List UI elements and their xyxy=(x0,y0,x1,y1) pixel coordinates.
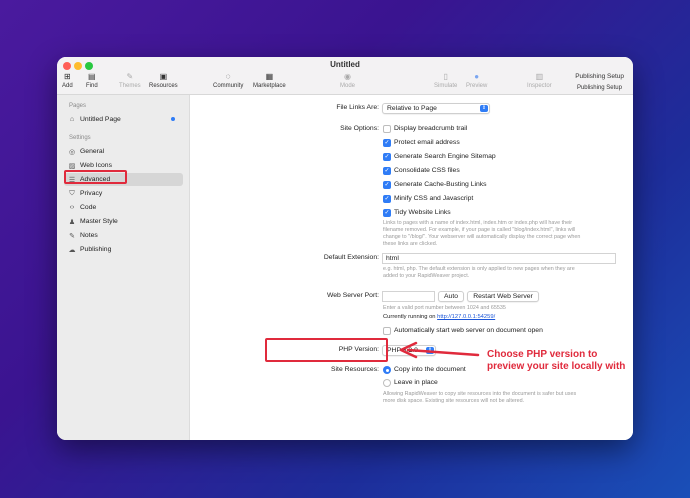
toolbar-themes-button[interactable]: ✎ Themes xyxy=(119,72,141,89)
breadcrumb-checkbox[interactable] xyxy=(383,125,391,133)
settings-header: Settings xyxy=(69,135,91,141)
eye-icon: ◉ xyxy=(344,72,351,81)
toolbar-add-button[interactable]: ⊞ Add xyxy=(62,72,73,89)
advanced-settings-pane: File Links Are: Relative to Page ⇕ Site … xyxy=(191,95,633,440)
shield-icon: ⛉ xyxy=(69,189,75,197)
toolbar-mode-button[interactable]: ◉ Mode xyxy=(340,72,355,89)
cache-busting-label: Generate Cache-Busting Links xyxy=(394,181,487,188)
protect-email-label: Protect email address xyxy=(394,139,460,146)
auto-start-label: Automatically start web server on docume… xyxy=(394,327,543,334)
sitemap-label: Generate Search Engine Sitemap xyxy=(394,153,496,160)
file-links-label: File Links Are: xyxy=(336,104,379,111)
image-icon: ▨ xyxy=(68,162,76,170)
preview-icon: ● xyxy=(474,72,480,81)
leave-resources-label: Leave in place xyxy=(394,379,438,386)
sidebar: Pages ⌂ Untitled Page Settings ◎ General… xyxy=(57,95,190,440)
pages-header: Pages xyxy=(69,103,87,109)
home-icon: ⌂ xyxy=(69,116,75,123)
restart-server-button[interactable]: Restart Web Server xyxy=(467,291,539,302)
code-icon: ‹› xyxy=(69,204,75,211)
php-highlight-box xyxy=(265,338,388,362)
sitemap-checkbox[interactable]: ✓ xyxy=(383,153,391,161)
sidebar-item-general[interactable]: ◎ General xyxy=(64,145,183,158)
inspector-icon: ▥ xyxy=(535,72,544,81)
breadcrumb-label: Display breadcrumb trail xyxy=(394,125,468,132)
sidebar-item-untitled-page[interactable]: ⌂ Untitled Page xyxy=(64,113,183,126)
minify-label: Minify CSS and Javascript xyxy=(394,195,474,202)
toolbar-marketplace-button[interactable]: ▦ Marketplace xyxy=(253,72,286,89)
consolidate-css-label: Consolidate CSS files xyxy=(394,167,460,174)
cache-busting-checkbox[interactable]: ✓ xyxy=(383,181,391,189)
toolbar-preview-button[interactable]: ● Preview xyxy=(466,72,487,89)
site-resources-label: Site Resources: xyxy=(331,366,379,373)
tidy-links-note: Links to pages with a name of index.html… xyxy=(383,220,581,247)
device-icon: ▯ xyxy=(443,72,448,81)
file-links-select[interactable]: Relative to Page ⇕ xyxy=(382,103,490,114)
php-version-select[interactable]: PHP 8.2.9 ⇕ xyxy=(382,345,436,356)
site-options-label: Site Options: xyxy=(340,125,379,132)
cloud-icon: ☁ xyxy=(68,246,76,254)
toolbar-community-button[interactable]: ◌ Community xyxy=(213,72,243,89)
publishing-setup-title[interactable]: Publishing Setup xyxy=(575,73,624,80)
chevron-updown-icon: ⇕ xyxy=(426,347,434,354)
running-status: Currently running on http://127.0.0.1:54… xyxy=(383,314,496,320)
sidebar-item-code[interactable]: ‹› Code xyxy=(64,201,183,214)
auto-port-button[interactable]: Auto xyxy=(438,291,464,302)
extension-note: e.g. html, php. The default extension is… xyxy=(383,266,575,279)
sidebar-item-privacy[interactable]: ⛉ Privacy xyxy=(64,187,183,200)
annotation-text: Choose PHP version to preview your site … xyxy=(487,349,626,372)
toolbar: Untitled ⊞ Add ▤ Find ✎ Themes ▣ Resourc… xyxy=(57,57,633,95)
advanced-highlight-box xyxy=(64,170,127,184)
server-port-label: Web Server Port: xyxy=(326,292,379,299)
resources-note: Allowing RapidWeaver to copy site resour… xyxy=(383,391,577,404)
toolbar-simulate-button[interactable]: ▯ Simulate xyxy=(434,72,457,89)
brush-icon: ✎ xyxy=(126,72,134,81)
globe-icon: ◎ xyxy=(68,148,76,156)
tidy-links-checkbox[interactable]: ✓ xyxy=(383,209,391,217)
sidebar-item-master-style[interactable]: ♟ Master Style xyxy=(64,215,183,228)
port-note: Enter a valid port number between 1024 a… xyxy=(383,305,506,311)
default-extension-label: Default Extension: xyxy=(323,254,379,261)
leave-resources-radio[interactable] xyxy=(383,379,391,387)
chevron-updown-icon: ⇕ xyxy=(480,105,488,112)
publishing-setup-label: Publishing Setup xyxy=(576,85,622,91)
default-extension-input[interactable]: html xyxy=(382,253,616,264)
toolbar-inspector-button[interactable]: ▥ Inspector xyxy=(527,72,552,89)
find-icon: ▤ xyxy=(88,72,96,81)
person-icon: ♟ xyxy=(68,218,76,226)
server-url-link[interactable]: http://127.0.0.1:54259/ xyxy=(437,314,495,320)
sidebar-item-publishing[interactable]: ☁ Publishing xyxy=(64,243,183,256)
tidy-links-label: Tidy Website Links xyxy=(394,209,451,216)
sidebar-item-notes[interactable]: ✎ Notes xyxy=(64,229,183,242)
toolbar-resources-button[interactable]: ▣ Resources xyxy=(149,72,178,89)
auto-start-checkbox[interactable] xyxy=(383,327,391,335)
plus-square-icon: ⊞ xyxy=(63,72,71,81)
consolidate-css-checkbox[interactable]: ✓ xyxy=(383,167,391,175)
copy-resources-radio[interactable] xyxy=(383,366,391,374)
minify-checkbox[interactable]: ✓ xyxy=(383,195,391,203)
chat-icon: ◌ xyxy=(225,72,231,81)
protect-email-checkbox[interactable]: ✓ xyxy=(383,139,391,147)
window-title: Untitled xyxy=(330,60,360,69)
toolbar-find-button[interactable]: ▤ Find xyxy=(86,72,98,89)
resources-icon: ▣ xyxy=(159,72,168,81)
unsaved-dot xyxy=(171,117,175,121)
app-window: Untitled ⊞ Add ▤ Find ✎ Themes ▣ Resourc… xyxy=(57,57,633,440)
server-port-input[interactable] xyxy=(382,291,435,302)
store-icon: ▦ xyxy=(265,72,274,81)
notes-icon: ✎ xyxy=(69,232,75,240)
copy-resources-label: Copy into the document xyxy=(394,366,466,373)
